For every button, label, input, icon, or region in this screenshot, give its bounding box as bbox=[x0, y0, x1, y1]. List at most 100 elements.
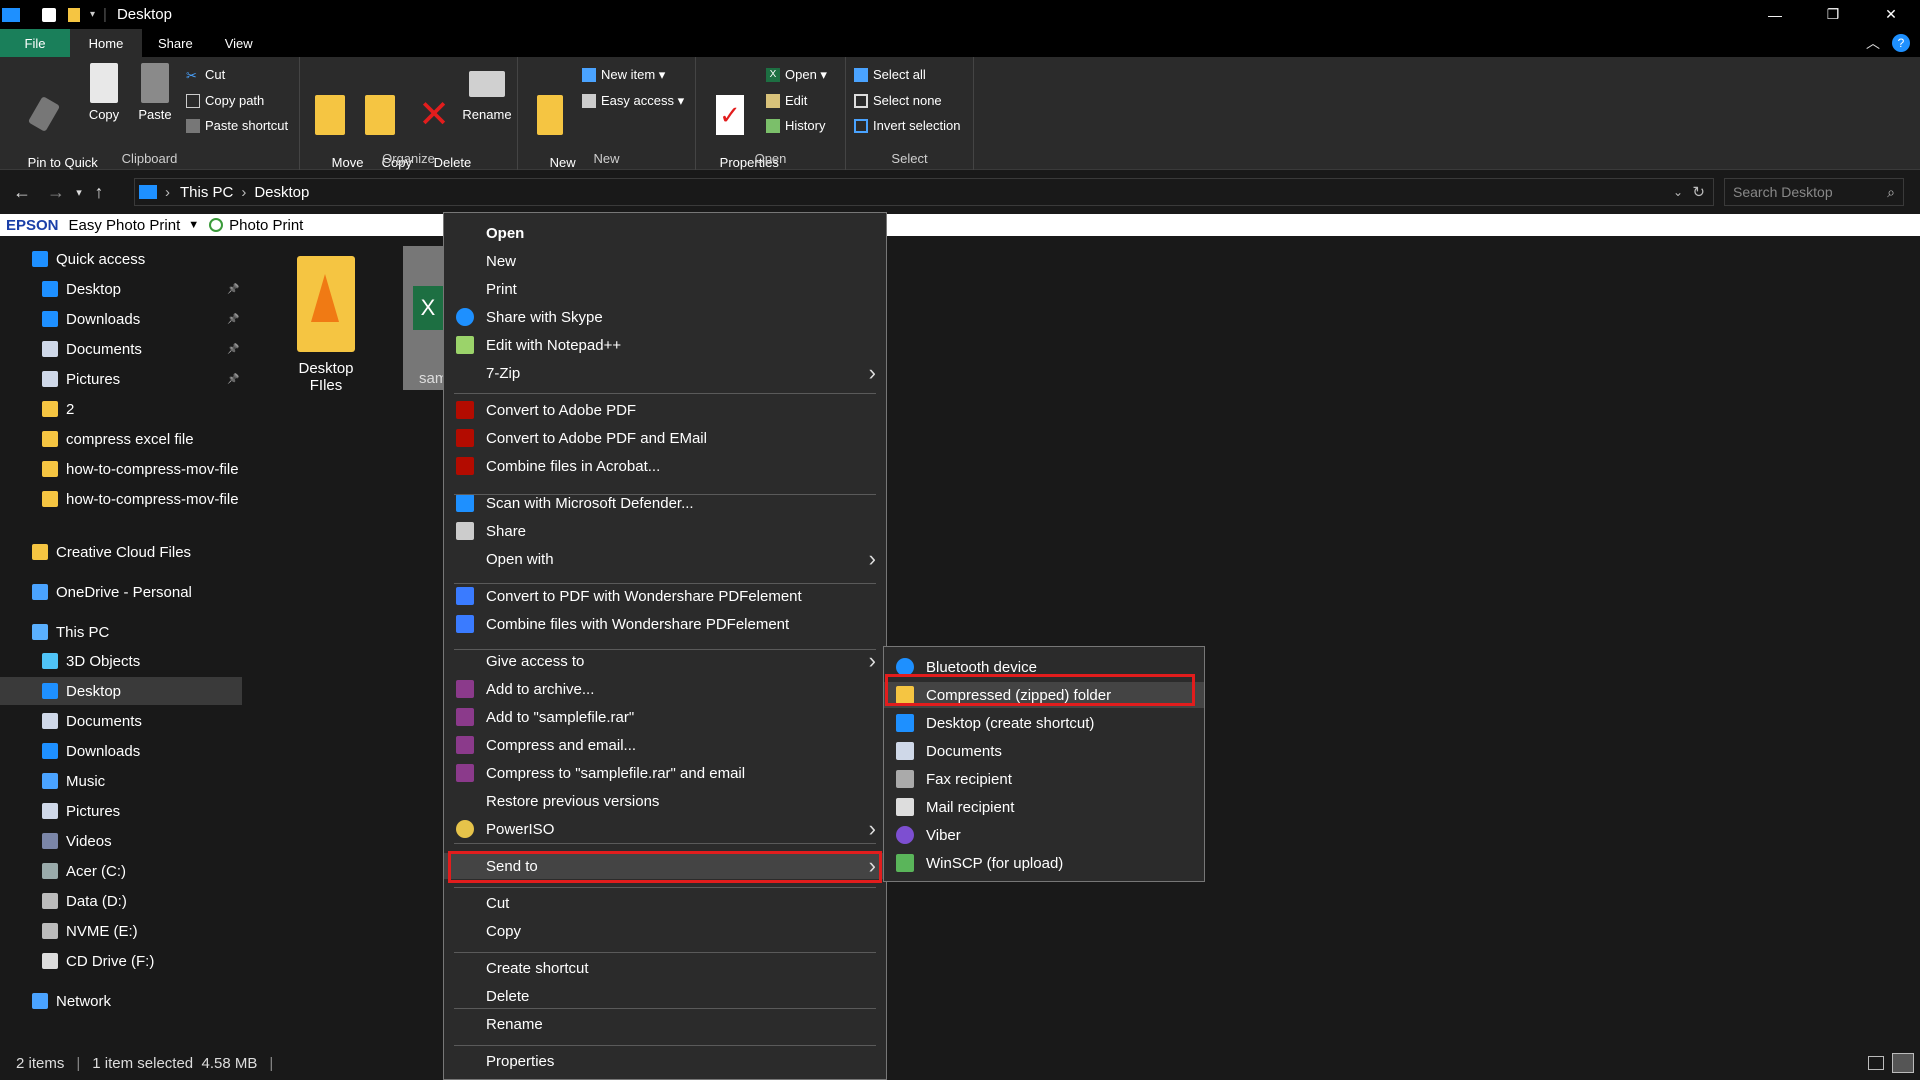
minimize-button[interactable]: — bbox=[1746, 0, 1804, 29]
context-menu-item-17[interactable]: Compress and email... bbox=[444, 732, 886, 758]
recent-locations-icon[interactable]: ▾ bbox=[70, 186, 88, 199]
context-menu-item-23[interactable]: Copy bbox=[444, 918, 886, 944]
collapse-ribbon-icon[interactable]: ︿ bbox=[1866, 33, 1880, 53]
new-folder-quick-icon[interactable] bbox=[68, 7, 80, 22]
close-button[interactable]: ✕ bbox=[1862, 0, 1920, 29]
send-to-item-2[interactable]: Desktop (create shortcut) bbox=[884, 710, 1204, 736]
select-none-button[interactable]: Select none bbox=[854, 93, 942, 108]
context-menu-item-5[interactable]: 7-Zip › bbox=[444, 360, 886, 386]
context-menu-item-22[interactable]: Cut bbox=[444, 890, 886, 916]
copy-button[interactable]: Copy bbox=[84, 63, 124, 123]
context-menu-item-10[interactable]: Share bbox=[444, 518, 886, 544]
new-item-button[interactable]: New item ▾ bbox=[582, 67, 665, 83]
details-view-icon[interactable] bbox=[1868, 1056, 1884, 1070]
sidebar-item-quick-5[interactable]: compress excel file bbox=[0, 425, 242, 453]
paste-shortcut-button[interactable]: Paste shortcut bbox=[186, 118, 288, 133]
forward-arrow-icon[interactable]: → bbox=[42, 182, 70, 203]
context-menu-item-0[interactable]: Open bbox=[444, 220, 886, 246]
sidebar-item-quick-0[interactable]: Desktop 📌 bbox=[0, 275, 242, 303]
context-menu-item-7[interactable]: Convert to Adobe PDF and EMail bbox=[444, 425, 886, 451]
context-menu-item-19[interactable]: Restore previous versions bbox=[444, 788, 886, 814]
context-menu-item-4[interactable]: Edit with Notepad++ bbox=[444, 332, 886, 358]
file-item-selected[interactable]: X sam bbox=[403, 246, 447, 390]
sidebar-item-onedrive[interactable]: OneDrive - Personal bbox=[0, 578, 242, 606]
sidebar-item-quick-3[interactable]: Pictures 📌 bbox=[0, 365, 242, 393]
history-button[interactable]: History bbox=[766, 118, 825, 133]
send-to-item-4[interactable]: Fax recipient bbox=[884, 766, 1204, 792]
sidebar-item-pc-6[interactable]: Videos bbox=[0, 827, 242, 855]
sidebar-item-quick-1[interactable]: Downloads 📌 bbox=[0, 305, 242, 333]
open-button[interactable]: X Open ▾ bbox=[766, 67, 827, 83]
edit-button[interactable]: Edit bbox=[766, 93, 807, 108]
large-icons-view-icon[interactable] bbox=[1892, 1053, 1914, 1073]
sidebar-item-pc-7[interactable]: Acer (C:) bbox=[0, 857, 242, 885]
sidebar-item-pc-3[interactable]: Downloads bbox=[0, 737, 242, 765]
sidebar-item-pc-2[interactable]: Documents bbox=[0, 707, 242, 735]
address-input[interactable]: › This PC › Desktop ⌄ ↻ bbox=[134, 178, 1714, 206]
photo-print-button[interactable]: Photo Print bbox=[229, 217, 303, 234]
easy-photo-print-dropdown-icon[interactable]: ▼ bbox=[188, 219, 199, 231]
sidebar-item-pc-5[interactable]: Pictures bbox=[0, 797, 242, 825]
properties-quick-icon[interactable] bbox=[42, 7, 56, 22]
context-menu-item-24[interactable]: Create shortcut bbox=[444, 955, 886, 981]
tab-file[interactable]: File bbox=[0, 29, 70, 57]
context-menu-item-3[interactable]: Share with Skype bbox=[444, 304, 886, 330]
rename-button[interactable]: Rename bbox=[462, 63, 512, 123]
sidebar-item-quick-7[interactable]: how-to-compress-mov-file bbox=[0, 485, 242, 513]
breadcrumb-this-pc[interactable]: This PC bbox=[180, 184, 233, 201]
context-menu-item-27[interactable]: Properties bbox=[444, 1048, 886, 1074]
sidebar-item-pc-1[interactable]: Desktop bbox=[0, 677, 242, 705]
sidebar-item-quick-2[interactable]: Documents 📌 bbox=[0, 335, 242, 363]
sidebar-item-this-pc[interactable]: This PC bbox=[0, 618, 242, 646]
copy-path-button[interactable]: Copy path bbox=[186, 93, 264, 108]
context-menu-item-25[interactable]: Delete bbox=[444, 983, 886, 1009]
sidebar-item-quick-6[interactable]: how-to-compress-mov-file bbox=[0, 455, 242, 483]
context-menu-item-1[interactable]: New bbox=[444, 248, 886, 274]
context-menu-item-20[interactable]: PowerISO › bbox=[444, 816, 886, 842]
file-item[interactable]: Desktop FIles bbox=[283, 256, 369, 394]
context-menu-item-2[interactable]: Print bbox=[444, 276, 886, 302]
quick-access-dropdown-icon[interactable]: ▾ bbox=[90, 9, 95, 20]
delete-x-icon: ✕ bbox=[418, 94, 450, 136]
address-dropdown-icon[interactable]: ⌄ bbox=[1673, 185, 1683, 199]
context-menu-item-15[interactable]: Add to archive... bbox=[444, 676, 886, 702]
sidebar-item-quick-access[interactable]: Quick access bbox=[0, 245, 242, 273]
context-menu-item-14[interactable]: Give access to › bbox=[444, 648, 886, 674]
paste-button[interactable]: Paste bbox=[134, 63, 176, 123]
tab-share[interactable]: Share bbox=[142, 29, 209, 57]
sidebar-item-pc-9[interactable]: NVME (E:) bbox=[0, 917, 242, 945]
send-to-item-5[interactable]: Mail recipient bbox=[884, 794, 1204, 820]
sidebar-item-pc-8[interactable]: Data (D:) bbox=[0, 887, 242, 915]
easy-access-button[interactable]: Easy access ▾ bbox=[582, 93, 684, 109]
sidebar-item-quick-4[interactable]: 2 bbox=[0, 395, 242, 423]
context-menu-item-18[interactable]: Compress to "samplefile.rar" and email bbox=[444, 760, 886, 786]
context-menu-item-6[interactable]: Convert to Adobe PDF bbox=[444, 397, 886, 423]
context-menu-item-8[interactable]: Combine files in Acrobat... bbox=[444, 453, 886, 479]
search-input[interactable]: Search Desktop ⌕ bbox=[1724, 178, 1904, 206]
sidebar-item-creative-cloud[interactable]: Creative Cloud Files bbox=[0, 538, 242, 566]
easy-photo-print-button[interactable]: Easy Photo Print bbox=[69, 217, 181, 234]
up-arrow-icon[interactable]: ↑ bbox=[88, 182, 110, 203]
refresh-icon[interactable]: ↻ bbox=[1692, 183, 1705, 201]
sidebar-item-network[interactable]: Network bbox=[0, 987, 242, 1015]
sidebar-item-pc-4[interactable]: Music bbox=[0, 767, 242, 795]
back-arrow-icon[interactable]: ← bbox=[8, 182, 36, 203]
invert-selection-button[interactable]: Invert selection bbox=[854, 118, 960, 133]
breadcrumb-desktop[interactable]: Desktop bbox=[254, 184, 309, 201]
context-menu-item-16[interactable]: Add to "samplefile.rar" bbox=[444, 704, 886, 730]
context-menu-item-13[interactable]: Combine files with Wondershare PDFelemen… bbox=[444, 611, 886, 637]
tab-home[interactable]: Home bbox=[70, 29, 142, 57]
send-to-item-3[interactable]: Documents bbox=[884, 738, 1204, 764]
maximize-button[interactable]: ❐ bbox=[1804, 0, 1862, 29]
send-to-item-6[interactable]: Viber bbox=[884, 822, 1204, 848]
sidebar-item-pc-0[interactable]: 3D Objects bbox=[0, 647, 242, 675]
select-all-button[interactable]: Select all bbox=[854, 67, 926, 82]
send-to-item-7[interactable]: WinSCP (for upload) bbox=[884, 850, 1204, 876]
sidebar-item-pc-10[interactable]: CD Drive (F:) bbox=[0, 947, 242, 975]
context-menu-item-12[interactable]: Convert to PDF with Wondershare PDFeleme… bbox=[444, 583, 886, 609]
help-icon[interactable]: ? bbox=[1892, 34, 1910, 52]
context-menu-item-11[interactable]: Open with › bbox=[444, 546, 886, 572]
context-menu-item-26[interactable]: Rename bbox=[444, 1011, 886, 1037]
cut-button[interactable]: ✂ Cut bbox=[186, 67, 225, 83]
tab-view[interactable]: View bbox=[209, 29, 269, 57]
